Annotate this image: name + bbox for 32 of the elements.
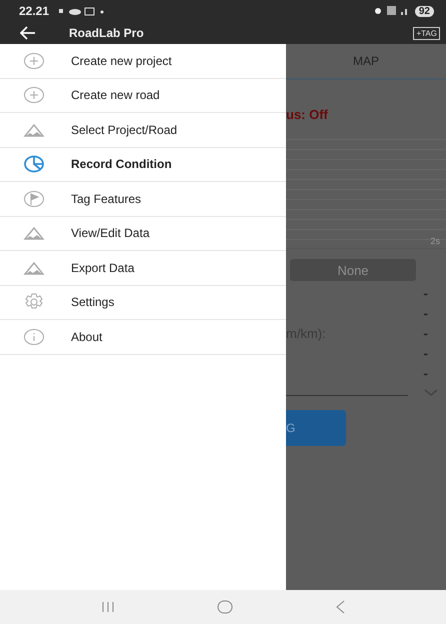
drawer-item[interactable]: Create new project xyxy=(0,44,286,78)
status-time: 22.21 xyxy=(19,4,50,18)
drawer-item[interactable]: Select Project/Road xyxy=(0,113,286,148)
flag-icon xyxy=(23,190,45,208)
tag-button[interactable]: +TAG xyxy=(413,26,440,40)
back-icon[interactable] xyxy=(20,26,36,40)
drawer-item[interactable]: Export Data xyxy=(0,251,286,286)
drawer-item[interactable]: View/Edit Data xyxy=(0,216,286,251)
drawer-item[interactable]: About xyxy=(0,320,286,354)
back-nav-icon[interactable] xyxy=(335,600,345,614)
reading-value: - xyxy=(423,365,428,381)
battery-level: 92 xyxy=(414,6,434,16)
chevron-down-icon xyxy=(424,389,438,397)
drawer-item[interactable]: Tag Features xyxy=(0,182,286,216)
recents-icon[interactable] xyxy=(101,601,115,613)
plus-icon xyxy=(23,52,45,70)
drawer-item[interactable]: Record Condition xyxy=(0,148,286,182)
status-text: us: Off xyxy=(286,107,329,122)
app-title: RoadLab Pro xyxy=(69,26,144,40)
triangle-icon xyxy=(23,224,45,242)
axis-label: 2s xyxy=(430,236,440,246)
reading-value: - xyxy=(423,325,428,341)
plus-icon xyxy=(23,86,45,104)
info-icon xyxy=(23,328,45,346)
drawer-item[interactable]: Settings xyxy=(0,286,286,320)
drawer-item[interactable]: Create new road xyxy=(0,78,286,113)
reading-value: - xyxy=(423,285,428,301)
home-icon[interactable] xyxy=(217,600,233,614)
reading-value: - xyxy=(423,305,428,321)
settings-icon xyxy=(23,293,45,312)
pie-chart-icon xyxy=(23,155,45,174)
reading-value: - xyxy=(423,345,428,361)
